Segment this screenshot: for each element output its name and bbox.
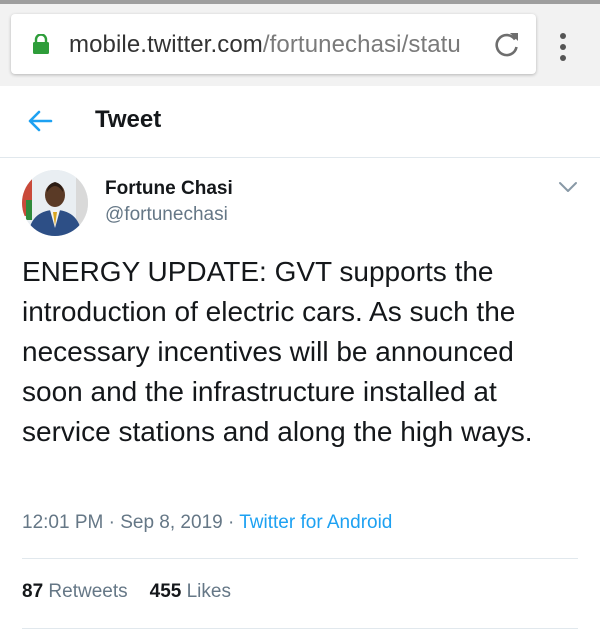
retweets-stat[interactable]: 87 Retweets [22, 581, 128, 602]
likes-stat[interactable]: 455 Likes [150, 581, 231, 602]
page-header: Tweet [0, 86, 600, 158]
tweet-time: 12:01 PM [22, 512, 104, 533]
browser-chrome: mobile.twitter.com/fortunechasi/statu [0, 4, 600, 86]
divider [22, 558, 578, 559]
url-path: /fortunechasi/statu [262, 31, 461, 58]
reload-icon[interactable] [493, 30, 521, 58]
likes-label: Likes [186, 581, 231, 602]
likes-count: 455 [149, 581, 182, 602]
tweet-text: ENERGY UPDATE: GVT supports the introduc… [22, 256, 533, 447]
address-bar[interactable]: mobile.twitter.com/fortunechasi/statu [11, 14, 536, 74]
avatar-photo [22, 170, 88, 236]
tweet-card: Fortune Chasi @fortunechasi ENERGY UPDAT… [0, 158, 600, 644]
url-host: mobile.twitter.com [69, 31, 263, 58]
tweet-meta: 12:01 PM · Sep 8, 2019 · Twitter for And… [22, 512, 392, 534]
lock-icon [33, 34, 49, 54]
tweet-date: Sep 8, 2019 [120, 512, 223, 533]
meta-separator: · [108, 512, 115, 533]
meta-separator: · [227, 512, 235, 533]
url-text[interactable]: mobile.twitter.com/fortunechasi/statu [69, 31, 479, 59]
retweets-count: 87 [22, 581, 44, 602]
chevron-down-icon[interactable] [558, 180, 578, 194]
page-title: Tweet [95, 106, 162, 133]
tweet-stats: 87 Retweets 455 Likes [22, 581, 231, 603]
divider [22, 628, 578, 629]
tweet-source-link[interactable]: Twitter for Android [239, 512, 392, 533]
more-vert-icon[interactable] [558, 33, 568, 61]
author-handle[interactable]: @fortunechasi [105, 204, 228, 226]
author-name[interactable]: Fortune Chasi [105, 178, 233, 200]
avatar[interactable] [22, 170, 88, 236]
retweets-label: Retweets [48, 581, 128, 602]
arrow-left-icon[interactable] [27, 108, 53, 134]
